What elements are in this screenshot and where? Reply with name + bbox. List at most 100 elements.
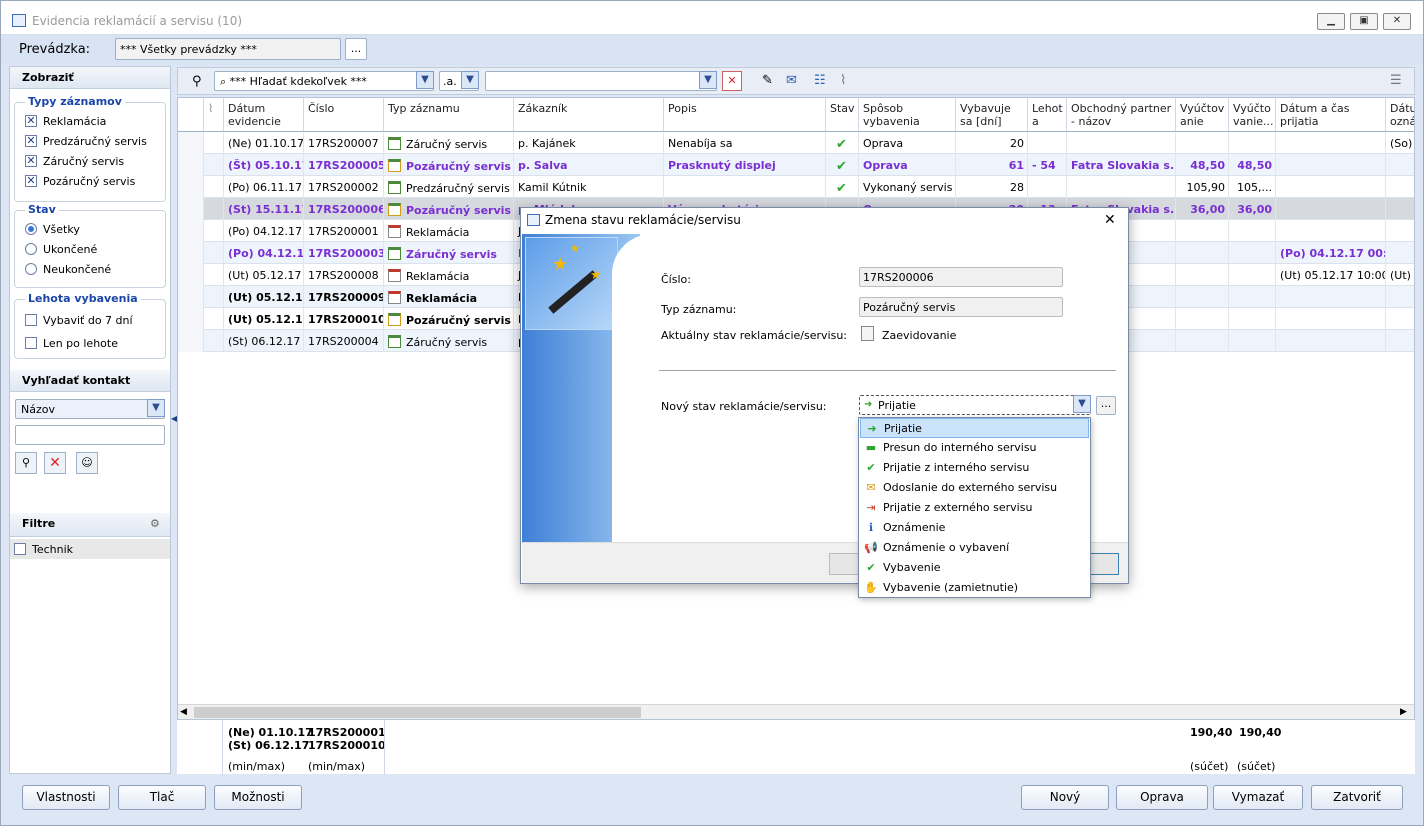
column-header[interactable]: Typ záznamu [384, 98, 514, 132]
cell-date: (St) 15.11.17 [224, 198, 304, 220]
row-selector[interactable] [178, 286, 204, 308]
row-selector[interactable] [178, 264, 204, 286]
state-option[interactable]: ℹ Oznámenie [860, 518, 1089, 538]
state-radio[interactable] [25, 223, 37, 235]
deadline-checkbox[interactable] [25, 337, 37, 349]
search-mode-select[interactable]: .a. ▼ [439, 71, 479, 91]
splitter-arrow-icon[interactable]: ◀ [171, 414, 177, 444]
row-selector[interactable] [178, 330, 204, 352]
scroll-left-icon[interactable]: ◀ [180, 707, 187, 717]
dialog-app-icon [527, 214, 540, 226]
attachment-icon[interactable]: ⌇ [840, 73, 846, 88]
print-button[interactable]: Tlač [118, 785, 206, 810]
prevadzka-field[interactable]: *** Všetky prevádzky *** [115, 38, 341, 60]
column-header[interactable]: Spôsob vybavenia [859, 98, 956, 132]
column-header[interactable]: Obchodný partner - názov [1067, 98, 1176, 132]
megaphone-icon: 📢 [864, 541, 878, 554]
maximize-button[interactable]: ▣ [1350, 13, 1378, 30]
state-option[interactable]: 📢 Oznámenie o vybavení [860, 538, 1089, 558]
column-header[interactable]: Dátum a čas prijatia [1276, 98, 1386, 132]
prevadzka-browse-button[interactable]: ... [345, 38, 367, 60]
type-checkbox[interactable]: ✕ [25, 175, 37, 187]
state-radio[interactable] [25, 243, 37, 255]
table-row[interactable]: (Po) 06.11.17 17RS200002 Predzáručný servi… [178, 176, 1414, 198]
column-header[interactable]: Lehot a vy... [1028, 98, 1067, 132]
cell-v1 [1176, 264, 1229, 286]
minimize-button[interactable]: ▁ [1317, 13, 1345, 30]
column-header[interactable]: Vyúčto vanie... [1229, 98, 1276, 132]
attachment-cell [204, 154, 224, 176]
row-selector[interactable] [178, 154, 204, 176]
wand-icon[interactable]: ✎ [762, 73, 773, 88]
state-option[interactable]: ▬ Presun do interného servisu [860, 438, 1089, 458]
hierarchy-icon[interactable]: ☷ [814, 73, 826, 88]
scroll-thumb[interactable] [194, 707, 641, 718]
column-header[interactable]: Dátu ozná [1386, 98, 1414, 132]
row-selector[interactable] [178, 220, 204, 242]
clear-button[interactable]: ✕ [44, 452, 66, 474]
state-option[interactable]: ✉ Odoslanie do externého servisu [860, 478, 1089, 498]
record-type-icon [388, 203, 401, 216]
attachment-cell [204, 308, 224, 330]
column-header[interactable]: Zákazník [514, 98, 664, 132]
column-header[interactable]: Dátum evidencie [224, 98, 304, 132]
column-header[interactable]: Stav [826, 98, 859, 132]
record-type-text: Predzáručný servis [406, 182, 510, 195]
type-checkbox[interactable]: ✕ [25, 155, 37, 167]
contact-header: Vyhľadať kontakt [10, 370, 170, 392]
settings-icon[interactable]: ☰ [1390, 73, 1402, 88]
scroll-right-icon[interactable]: ▶ [1400, 707, 1407, 717]
email-icon[interactable]: ✉ [786, 73, 797, 88]
cell-date: (Ut) 05.12.17 [224, 264, 304, 286]
new-button[interactable]: Nový [1021, 785, 1109, 810]
deadline-group: Lehota vybavenia Vybaviť do 7 dní Len po … [14, 292, 166, 359]
properties-button[interactable]: Vlastnosti [22, 785, 110, 810]
cell-type: Reklamácia [384, 220, 514, 242]
contact-select-value: Názov [21, 403, 55, 416]
row-selector[interactable] [178, 176, 204, 198]
close-window-button[interactable]: ✕ [1383, 13, 1411, 30]
horizontal-scrollbar[interactable]: ◀ ▶ [178, 704, 1414, 720]
column-header[interactable]: Vybavuje sa [dní] [956, 98, 1028, 132]
chevron-down-icon: ▼ [147, 399, 165, 417]
table-row[interactable]: (Št) 05.10.17 17RS200005 Pozáručný servis p… [178, 154, 1414, 176]
row-selector[interactable] [178, 242, 204, 264]
type-checkbox[interactable]: ✕ [25, 115, 37, 127]
technik-checkbox[interactable] [14, 543, 26, 555]
table-row[interactable]: (Ne) 01.10.17 17RS200007 Záručný servis p. … [178, 132, 1414, 154]
cell-num: 17RS200001 [304, 220, 384, 242]
deadline-checkbox[interactable] [25, 314, 37, 326]
state-option[interactable]: ✋ Vybavenie (zamietnutie) [860, 578, 1089, 598]
column-header[interactable]: Popis [664, 98, 826, 132]
column-header[interactable]: Vyúčtov anie [1176, 98, 1229, 132]
state-option[interactable]: ⇥ Prijatie z externého servisu [860, 498, 1089, 518]
row-selector[interactable] [178, 198, 204, 220]
type-checkbox[interactable]: ✕ [25, 135, 37, 147]
row-selector[interactable] [178, 132, 204, 154]
footer-num-min: 17RS200001 [308, 726, 386, 739]
cell-cust: p. Salva [514, 154, 664, 176]
binoculars-icon[interactable]: ⚲ [192, 74, 202, 89]
filter-row-technik[interactable]: Technik [10, 539, 170, 559]
state-option[interactable]: ➜ Prijatie [860, 418, 1089, 438]
search-scope-select[interactable]: ⌕ *** Hľadať kdekoľvek *** ▼ [214, 71, 434, 91]
row-selector[interactable] [178, 308, 204, 330]
state-radio[interactable] [25, 263, 37, 275]
state-option[interactable]: ✔ Prijatie z interného servisu [860, 458, 1089, 478]
clear-search-button[interactable]: ✕ [722, 71, 742, 91]
delete-button[interactable]: Vymazať [1213, 785, 1303, 810]
close-button[interactable]: Zatvoriť [1311, 785, 1403, 810]
prevadzka-value: *** Všetky prevádzky *** [120, 43, 257, 56]
column-header[interactable]: Číslo [304, 98, 384, 132]
contacts-button[interactable]: ☺ [76, 452, 98, 474]
contact-select[interactable]: Názov ▼ [15, 399, 165, 419]
new-state-browse-button[interactable]: ... [1096, 396, 1116, 415]
state-option[interactable]: ✔ Vybavenie [860, 558, 1089, 578]
new-state-select[interactable]: ➜ Prijatie ▼ [859, 395, 1091, 415]
edit-button[interactable]: Oprava [1116, 785, 1208, 810]
find-binoculars-button[interactable]: ⚲ [15, 452, 37, 474]
search-input[interactable]: ▼ [485, 71, 717, 91]
options-button[interactable]: Možnosti [214, 785, 302, 810]
contact-search-input[interactable] [15, 425, 165, 445]
dialog-close-icon[interactable]: ✕ [1104, 212, 1116, 228]
